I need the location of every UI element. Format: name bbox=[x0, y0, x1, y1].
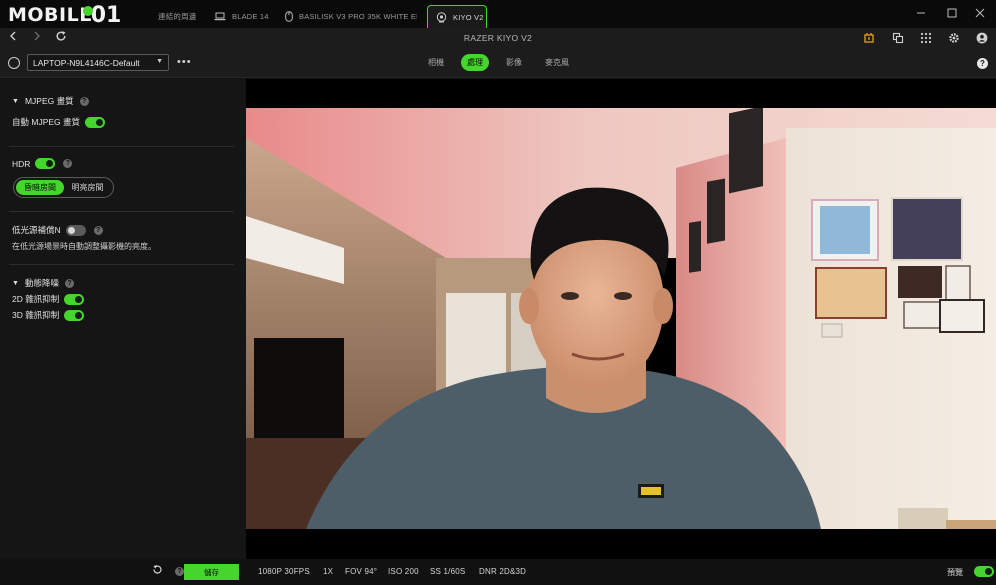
laptop-icon bbox=[214, 12, 226, 22]
tab-basilisk-v3[interactable]: BASILISK V3 PRO 35K WHITE EDITION bbox=[285, 5, 417, 28]
denoise-3d-label: 3D 雜訊抑制 bbox=[12, 310, 60, 320]
mjpeg-section-title: MJPEG 畫質 bbox=[24, 96, 74, 106]
preview-label: 預覽 bbox=[947, 568, 963, 577]
shutter-stat: SS 1/60S bbox=[430, 567, 466, 576]
iso-stat: ISO 200 bbox=[388, 567, 419, 576]
tab-label: 連結的周邊 bbox=[158, 12, 197, 21]
resolution-stat: 1080P 30FPS bbox=[258, 567, 310, 576]
denoise-2d-row: 2D 雜訊抑制 bbox=[12, 293, 85, 305]
hdr-toggle[interactable] bbox=[35, 158, 56, 169]
zoom-stat: 1X bbox=[323, 567, 334, 576]
dnr-stat: DNR 2D&3D bbox=[479, 567, 527, 576]
auto-mjpeg-label: 自動 MJPEG 畫質 bbox=[12, 117, 81, 127]
denoise-3d-row: 3D 雜訊抑制 bbox=[12, 309, 85, 321]
divider bbox=[9, 146, 234, 147]
profile-bar: LAPTOP-N9L4146C-Default ▼ ••• 相機 處理 影像 麥… bbox=[0, 48, 996, 78]
low-light-label: 低光源補償N bbox=[12, 225, 61, 235]
synapse-icon[interactable] bbox=[862, 31, 876, 45]
device-title: RAZER KIYO V2 bbox=[463, 33, 533, 43]
auto-mjpeg-toggle[interactable] bbox=[85, 116, 106, 128]
device-icon[interactable] bbox=[891, 31, 905, 45]
minimize-icon[interactable] bbox=[914, 6, 928, 20]
more-options-icon[interactable]: ••• bbox=[177, 56, 192, 68]
help-icon[interactable]: ? bbox=[64, 278, 74, 288]
tab-label: KIYO V2 bbox=[453, 12, 484, 22]
tab-microphone[interactable]: 麥克風 bbox=[542, 54, 572, 71]
low-light-toggle[interactable] bbox=[65, 224, 86, 236]
reset-icon[interactable] bbox=[152, 564, 163, 578]
logo-number: 01 bbox=[90, 2, 122, 28]
preview-toggle[interactable] bbox=[974, 566, 994, 577]
tab-connected-devices[interactable]: 連結的周邊 bbox=[158, 5, 197, 28]
help-icon[interactable]: ? bbox=[175, 567, 184, 576]
title-bar: MOBILE 01 連結的周邊 BLADE 14 BASILISK V3 PRO… bbox=[0, 0, 996, 28]
logo-text: MOBILE bbox=[8, 4, 93, 26]
tab-kiyo-v2[interactable]: KIYO V2 bbox=[427, 5, 487, 28]
room-type-segmented-control: 昏暗房間 明亮房間 bbox=[13, 177, 114, 198]
mjpeg-section-header[interactable]: ▼ MJPEG 畫質 ? bbox=[12, 95, 89, 107]
low-light-row: 低光源補償N ? bbox=[12, 224, 103, 236]
help-icon[interactable]: ? bbox=[93, 225, 103, 235]
logo-dot-icon bbox=[83, 6, 93, 16]
chevron-down-icon: ▼ bbox=[156, 58, 163, 65]
save-button[interactable]: 儲存 bbox=[184, 564, 239, 580]
collapse-triangle-icon: ▼ bbox=[12, 279, 19, 287]
webcam-icon bbox=[435, 11, 447, 22]
bright-room-option[interactable]: 明亮房間 bbox=[64, 180, 111, 195]
fov-stat: FOV 94° bbox=[345, 567, 378, 576]
user-icon[interactable] bbox=[975, 31, 989, 45]
denoise-3d-toggle[interactable] bbox=[64, 309, 85, 321]
low-light-description: 在低光源場景時自動調整攝影機的亮度。 bbox=[12, 242, 156, 251]
divider bbox=[9, 211, 234, 212]
dim-room-option[interactable]: 昏暗房間 bbox=[16, 180, 64, 195]
bottom-bar: ? 儲存 1080P 30FPS 1X FOV 94° ISO 200 SS 1… bbox=[0, 559, 996, 585]
collapse-triangle-icon: ▼ bbox=[12, 97, 19, 105]
profile-selected-value: LAPTOP-N9L4146C-Default bbox=[33, 58, 140, 68]
divider bbox=[9, 264, 234, 265]
app-logo: MOBILE 01 bbox=[8, 2, 122, 28]
camera-preview-image bbox=[246, 108, 996, 529]
close-icon[interactable] bbox=[973, 6, 987, 20]
denoise-2d-toggle[interactable] bbox=[64, 293, 85, 305]
tab-image[interactable]: 影像 bbox=[500, 54, 528, 71]
tab-label: BLADE 14 bbox=[232, 12, 269, 21]
help-icon[interactable]: ? bbox=[977, 58, 988, 69]
auto-mjpeg-row: 自動 MJPEG 畫質 bbox=[12, 116, 106, 128]
profile-list-icon[interactable] bbox=[8, 57, 20, 69]
camera-preview-area bbox=[246, 79, 996, 559]
tab-blade-14[interactable]: BLADE 14 bbox=[214, 5, 276, 28]
nav-bar: RAZER KIYO V2 bbox=[0, 28, 996, 48]
apps-grid-icon[interactable] bbox=[919, 31, 933, 45]
denoise-section-header[interactable]: ▼ 動態降噪 ? bbox=[12, 277, 74, 289]
settings-sidebar: ▼ MJPEG 畫質 ? 自動 MJPEG 畫質 HDR ? 昏暗房間 明亮房間… bbox=[0, 79, 246, 559]
maximize-icon[interactable] bbox=[945, 6, 959, 20]
profile-dropdown[interactable]: LAPTOP-N9L4146C-Default ▼ bbox=[27, 54, 169, 71]
tab-camera[interactable]: 相機 bbox=[422, 54, 450, 71]
help-icon[interactable]: ? bbox=[63, 159, 73, 168]
gear-icon[interactable] bbox=[947, 31, 961, 45]
mouse-icon bbox=[285, 11, 293, 22]
hdr-label: HDR bbox=[12, 158, 31, 169]
denoise-section-title: 動態降噪 bbox=[24, 278, 59, 288]
tab-label: BASILISK V3 PRO 35K WHITE EDITION bbox=[299, 12, 417, 21]
denoise-2d-label: 2D 雜訊抑制 bbox=[12, 294, 60, 304]
hdr-row: HDR ? bbox=[12, 158, 73, 169]
help-icon[interactable]: ? bbox=[79, 96, 89, 106]
tab-processing[interactable]: 處理 bbox=[461, 54, 489, 71]
